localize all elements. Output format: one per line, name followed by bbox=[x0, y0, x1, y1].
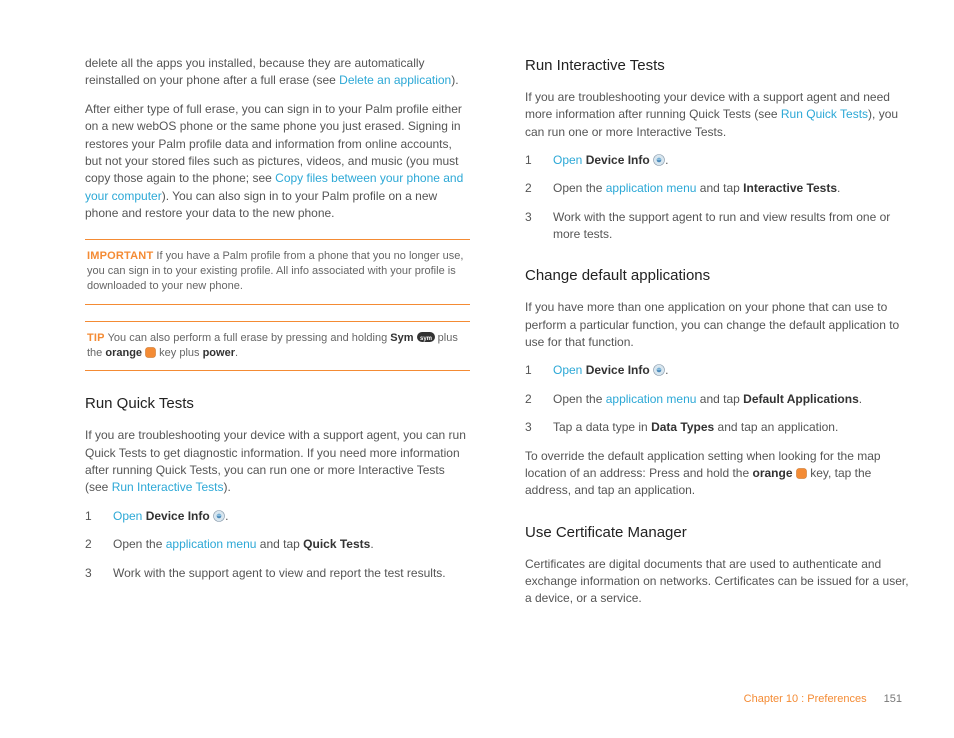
step-2: 2 Open the application menu and tap Defa… bbox=[525, 391, 910, 408]
step-body: Tap a data type in Data Types and tap an… bbox=[553, 419, 910, 436]
interactive-tests-steps: 1 Open Device Info . 2 Open the applicat… bbox=[525, 152, 910, 244]
orange-key-label: orange bbox=[105, 347, 142, 359]
step-body: Work with the support agent to view and … bbox=[113, 565, 470, 582]
tip-note: TIP You can also perform a full erase by… bbox=[85, 321, 470, 372]
orange-key-label: orange bbox=[752, 466, 792, 480]
link-open[interactable]: Open bbox=[553, 363, 582, 377]
text: . bbox=[370, 537, 373, 551]
left-column: delete all the apps you installed, becau… bbox=[85, 55, 470, 619]
step-body: Open the application menu and tap Quick … bbox=[113, 536, 470, 553]
svg-text:sym: sym bbox=[420, 336, 432, 342]
step-2: 2 Open the application menu and tap Quic… bbox=[85, 536, 470, 553]
text: You can also perform a full erase by pre… bbox=[105, 332, 391, 344]
device-info-label: Device Info bbox=[582, 363, 649, 377]
text: Open the bbox=[113, 537, 166, 551]
quick-tests-label: Quick Tests bbox=[303, 537, 370, 551]
paragraph-override-default: To override the default application sett… bbox=[525, 448, 910, 500]
step-1: 1 Open Device Info . bbox=[525, 152, 910, 169]
tip-label: TIP bbox=[87, 332, 105, 344]
paragraph-quick-tests: If you are troubleshooting your device w… bbox=[85, 427, 470, 497]
paragraph-default-apps: If you have more than one application on… bbox=[525, 299, 910, 351]
two-column-layout: delete all the apps you installed, becau… bbox=[50, 55, 904, 619]
text: and tap bbox=[256, 537, 303, 551]
important-note: IMPORTANT If you have a Palm profile fro… bbox=[85, 239, 470, 305]
text: . bbox=[665, 363, 668, 377]
heading-run-quick-tests: Run Quick Tests bbox=[85, 393, 470, 415]
footer-chapter: Chapter 10 : Preferences bbox=[744, 693, 867, 705]
step-number: 3 bbox=[525, 209, 553, 244]
text: ). bbox=[224, 480, 231, 494]
heading-change-default-applications: Change default applications bbox=[525, 265, 910, 287]
heading-run-interactive-tests: Run Interactive Tests bbox=[525, 55, 910, 77]
text: . bbox=[665, 153, 668, 167]
link-delete-application[interactable]: Delete an application bbox=[339, 73, 451, 87]
text: Open the bbox=[553, 181, 606, 195]
text: . bbox=[235, 347, 238, 359]
step-body: Open Device Info . bbox=[553, 362, 910, 379]
step-number: 2 bbox=[525, 180, 553, 197]
step-3: 3 Tap a data type in Data Types and tap … bbox=[525, 419, 910, 436]
right-column: Run Interactive Tests If you are trouble… bbox=[525, 55, 910, 619]
important-label: IMPORTANT bbox=[87, 250, 153, 262]
link-run-quick-tests[interactable]: Run Quick Tests bbox=[781, 107, 868, 121]
link-application-menu[interactable]: application menu bbox=[166, 537, 257, 551]
text: ). bbox=[451, 73, 458, 87]
step-3: 3 Work with the support agent to run and… bbox=[525, 209, 910, 244]
step-2: 2 Open the application menu and tap Inte… bbox=[525, 180, 910, 197]
device-info-icon bbox=[653, 154, 665, 166]
link-application-menu[interactable]: application menu bbox=[606, 181, 697, 195]
link-application-menu[interactable]: application menu bbox=[606, 392, 697, 406]
step-body: Open Device Info . bbox=[113, 508, 470, 525]
paragraph-interactive-tests: If you are troubleshooting your device w… bbox=[525, 89, 910, 141]
text: and tap bbox=[696, 181, 743, 195]
link-run-interactive-tests[interactable]: Run Interactive Tests bbox=[112, 480, 224, 494]
device-info-icon bbox=[653, 364, 665, 376]
link-open[interactable]: Open bbox=[113, 509, 142, 523]
link-open[interactable]: Open bbox=[553, 153, 582, 167]
step-body: Open Device Info . bbox=[553, 152, 910, 169]
sym-key-icon: sym bbox=[417, 331, 435, 343]
step-number: 3 bbox=[525, 419, 553, 436]
text: key plus bbox=[156, 347, 202, 359]
step-body: Open the application menu and tap Defaul… bbox=[553, 391, 910, 408]
paragraph-erase-apps: delete all the apps you installed, becau… bbox=[85, 55, 470, 90]
paragraph-certificates: Certificates are digital documents that … bbox=[525, 556, 910, 608]
step-number: 1 bbox=[85, 508, 113, 525]
text: . bbox=[837, 181, 840, 195]
text: Tap a data type in bbox=[553, 420, 651, 434]
step-body: Open the application menu and tap Intera… bbox=[553, 180, 910, 197]
step-number: 1 bbox=[525, 152, 553, 169]
default-apps-steps: 1 Open Device Info . 2 Open the applicat… bbox=[525, 362, 910, 436]
heading-use-certificate-manager: Use Certificate Manager bbox=[525, 522, 910, 544]
paragraph-signin-profile: After either type of full erase, you can… bbox=[85, 101, 470, 223]
quick-tests-steps: 1 Open Device Info . 2 Open the applicat… bbox=[85, 508, 470, 582]
text: Open the bbox=[553, 392, 606, 406]
text: and tap bbox=[696, 392, 743, 406]
interactive-tests-label: Interactive Tests bbox=[743, 181, 837, 195]
text: . bbox=[225, 509, 228, 523]
step-number: 1 bbox=[525, 362, 553, 379]
page-footer: Chapter 10 : Preferences 151 bbox=[744, 692, 902, 708]
orange-key-icon bbox=[796, 467, 807, 478]
device-info-label: Device Info bbox=[142, 509, 209, 523]
step-body: Work with the support agent to run and v… bbox=[553, 209, 910, 244]
data-types-label: Data Types bbox=[651, 420, 714, 434]
step-number: 2 bbox=[525, 391, 553, 408]
power-key-label: power bbox=[203, 347, 235, 359]
step-3: 3 Work with the support agent to view an… bbox=[85, 565, 470, 582]
orange-key-icon bbox=[145, 347, 156, 358]
device-info-icon bbox=[213, 510, 225, 522]
text: . bbox=[859, 392, 862, 406]
step-1: 1 Open Device Info . bbox=[525, 362, 910, 379]
footer-page-number: 151 bbox=[884, 693, 902, 705]
step-1: 1 Open Device Info . bbox=[85, 508, 470, 525]
step-number: 3 bbox=[85, 565, 113, 582]
step-number: 2 bbox=[85, 536, 113, 553]
device-info-label: Device Info bbox=[582, 153, 649, 167]
page: delete all the apps you installed, becau… bbox=[0, 0, 954, 738]
sym-key-label: Sym bbox=[390, 332, 413, 344]
text: and tap an application. bbox=[714, 420, 838, 434]
default-applications-label: Default Applications bbox=[743, 392, 859, 406]
